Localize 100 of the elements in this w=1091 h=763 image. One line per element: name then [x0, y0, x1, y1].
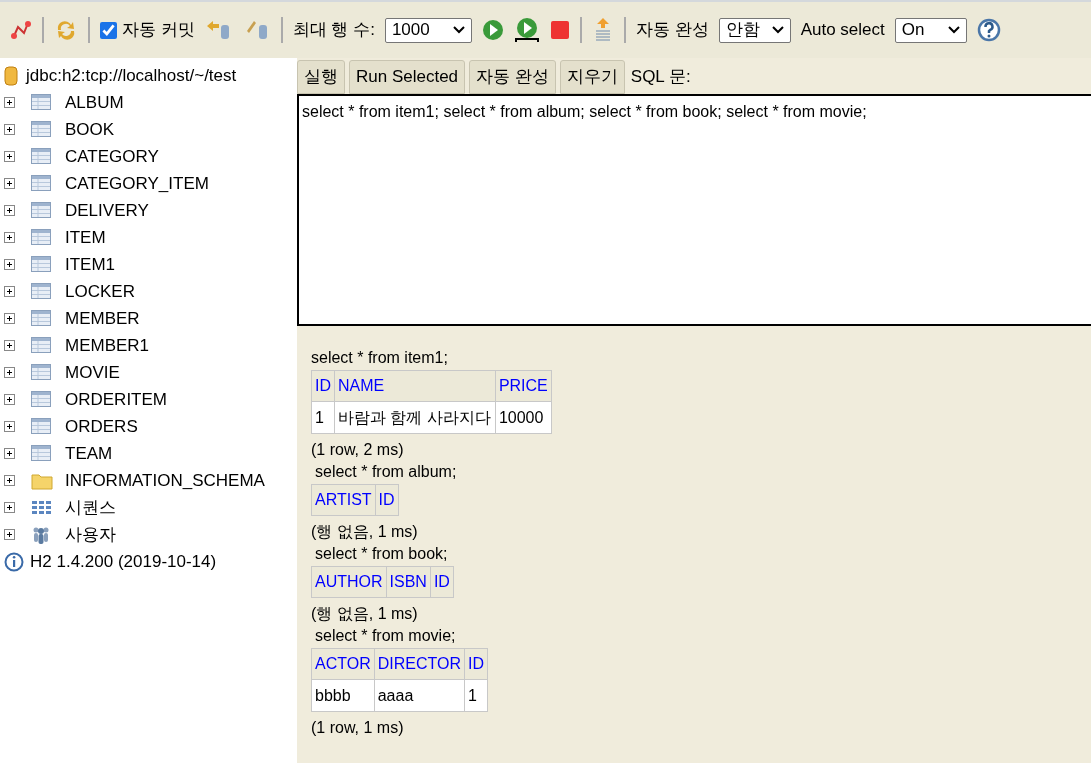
table-icon	[31, 120, 53, 139]
autocomplete-select[interactable]: 안함	[718, 17, 791, 43]
tree-item-label[interactable]: 시퀀스	[65, 494, 116, 521]
column-header[interactable]: NAME	[334, 370, 496, 402]
expand-icon[interactable]	[4, 313, 15, 324]
table-icon	[31, 174, 53, 193]
table-icon	[31, 390, 53, 409]
expand-icon[interactable]	[4, 205, 15, 216]
database-icon	[4, 65, 18, 86]
table-icon	[31, 93, 53, 112]
table-icon	[31, 363, 53, 382]
autocomplete-label: 자동 완성	[635, 19, 709, 42]
tree-item-label[interactable]: CATEGORY_ITEM	[65, 170, 209, 197]
query-text: select * from movie;	[314, 626, 457, 646]
tree-item-label[interactable]: BOOK	[65, 116, 115, 143]
table-icon	[31, 282, 53, 301]
tree-item-label[interactable]: DELIVERY	[65, 197, 149, 224]
tree-item-label[interactable]: 사용자	[65, 521, 116, 548]
table-cell: 10000	[495, 401, 552, 434]
result-summary: (1 row, 2 ms)	[311, 440, 405, 460]
column-header[interactable]: DIRECTOR	[374, 648, 465, 680]
expand-icon[interactable]	[4, 367, 15, 378]
table-icon	[31, 201, 53, 220]
table-cell: 1	[311, 401, 335, 434]
chevron-down-icon	[771, 26, 784, 34]
max-rows-label: 최대 행 수:	[292, 19, 375, 42]
expand-icon[interactable]	[4, 124, 15, 135]
table-icon	[31, 255, 53, 274]
auto-select-label: Auto select	[800, 19, 885, 42]
table-cell: aaaa	[374, 679, 465, 712]
table-icon	[31, 336, 53, 355]
sql-editor[interactable]: select * from item1; select * from album; select * from book; select * from movie;	[297, 94, 1091, 326]
column-header[interactable]: PRICE	[495, 370, 552, 402]
expand-icon[interactable]	[4, 421, 15, 432]
tree-item-label[interactable]: ORDERITEM	[65, 386, 167, 413]
column-header[interactable]: ISBN	[386, 566, 431, 598]
table-cell: 바람과 함께 사라지다	[334, 401, 496, 434]
table-icon	[31, 228, 53, 247]
column-header[interactable]: ID	[311, 370, 335, 402]
column-header[interactable]: ARTIST	[311, 484, 376, 516]
column-header[interactable]: ID	[464, 648, 488, 680]
help-icon[interactable]	[976, 18, 1001, 42]
auto-commit-label: 자동 커밋	[122, 19, 195, 42]
tree-item-label[interactable]: ITEM	[65, 224, 106, 251]
version-label: H2 1.4.200 (2019-10-14)	[30, 550, 217, 573]
chevron-down-icon	[452, 26, 465, 34]
query-text: select * from album;	[314, 462, 458, 482]
expand-icon[interactable]	[4, 259, 15, 270]
table-icon	[31, 309, 53, 328]
toolbar-button[interactable]: 지우기	[559, 60, 625, 94]
tree-item-label[interactable]: LOCKER	[65, 278, 135, 305]
expand-icon[interactable]	[4, 97, 15, 108]
stop-icon[interactable]	[549, 20, 570, 40]
table-icon	[31, 147, 53, 166]
sequence-icon	[31, 498, 53, 517]
expand-icon[interactable]	[4, 502, 15, 513]
table-icon	[31, 417, 53, 436]
expand-icon[interactable]	[4, 340, 15, 351]
tree-item-label[interactable]: MOVIE	[65, 359, 120, 386]
tree-item-label[interactable]: ITEM1	[65, 251, 116, 278]
toolbar-button[interactable]: 자동 완성	[469, 60, 556, 94]
tree-item-label[interactable]: MEMBER1	[65, 332, 150, 359]
column-header[interactable]: ID	[430, 566, 454, 598]
tree-item-label[interactable]: ALBUM	[65, 89, 124, 116]
tree-item-label[interactable]: CATEGORY	[65, 143, 159, 170]
expand-icon[interactable]	[4, 448, 15, 459]
expand-icon[interactable]	[4, 178, 15, 189]
expand-icon[interactable]	[4, 529, 15, 540]
sql-label: SQL 문:	[630, 66, 691, 89]
result-summary: (행 없음, 1 ms)	[311, 522, 419, 542]
query-text: select * from item1;	[311, 348, 449, 368]
expand-icon[interactable]	[4, 151, 15, 162]
expand-icon[interactable]	[4, 232, 15, 243]
tree-item-label[interactable]: TEAM	[65, 440, 113, 467]
max-rows-select[interactable]: 1000	[384, 17, 472, 43]
query-text: select * from book;	[314, 544, 449, 564]
info-icon	[4, 551, 24, 572]
expand-icon[interactable]	[4, 394, 15, 405]
column-header[interactable]: AUTHOR	[311, 566, 387, 598]
tree-item-label[interactable]: MEMBER	[65, 305, 140, 332]
column-header[interactable]: ID	[375, 484, 399, 516]
expand-icon[interactable]	[4, 475, 15, 486]
tree-item-label[interactable]: INFORMATION_SCHEMA	[65, 467, 265, 494]
table-icon	[31, 444, 53, 463]
disconnect-icon[interactable]	[10, 19, 32, 41]
auto-select-select[interactable]: On	[894, 17, 967, 43]
expand-icon[interactable]	[4, 286, 15, 297]
toolbar-button[interactable]: Run Selected	[349, 60, 466, 94]
result-summary: (1 row, 1 ms)	[311, 718, 405, 738]
toolbar-button[interactable]: 실행	[297, 60, 345, 94]
run-icon[interactable]	[481, 19, 504, 41]
auto-commit-checkbox[interactable]	[100, 21, 117, 39]
tree-item-label[interactable]: ORDERS	[65, 413, 138, 440]
column-header[interactable]: ACTOR	[311, 648, 375, 680]
table-cell: bbbb	[311, 679, 375, 712]
chevron-down-icon	[947, 26, 960, 34]
connection-url: jdbc:h2:tcp://localhost/~/test	[26, 64, 237, 87]
folder-icon	[31, 471, 53, 490]
run-selected-icon[interactable]	[513, 17, 540, 43]
result-summary: (행 없음, 1 ms)	[311, 604, 419, 624]
